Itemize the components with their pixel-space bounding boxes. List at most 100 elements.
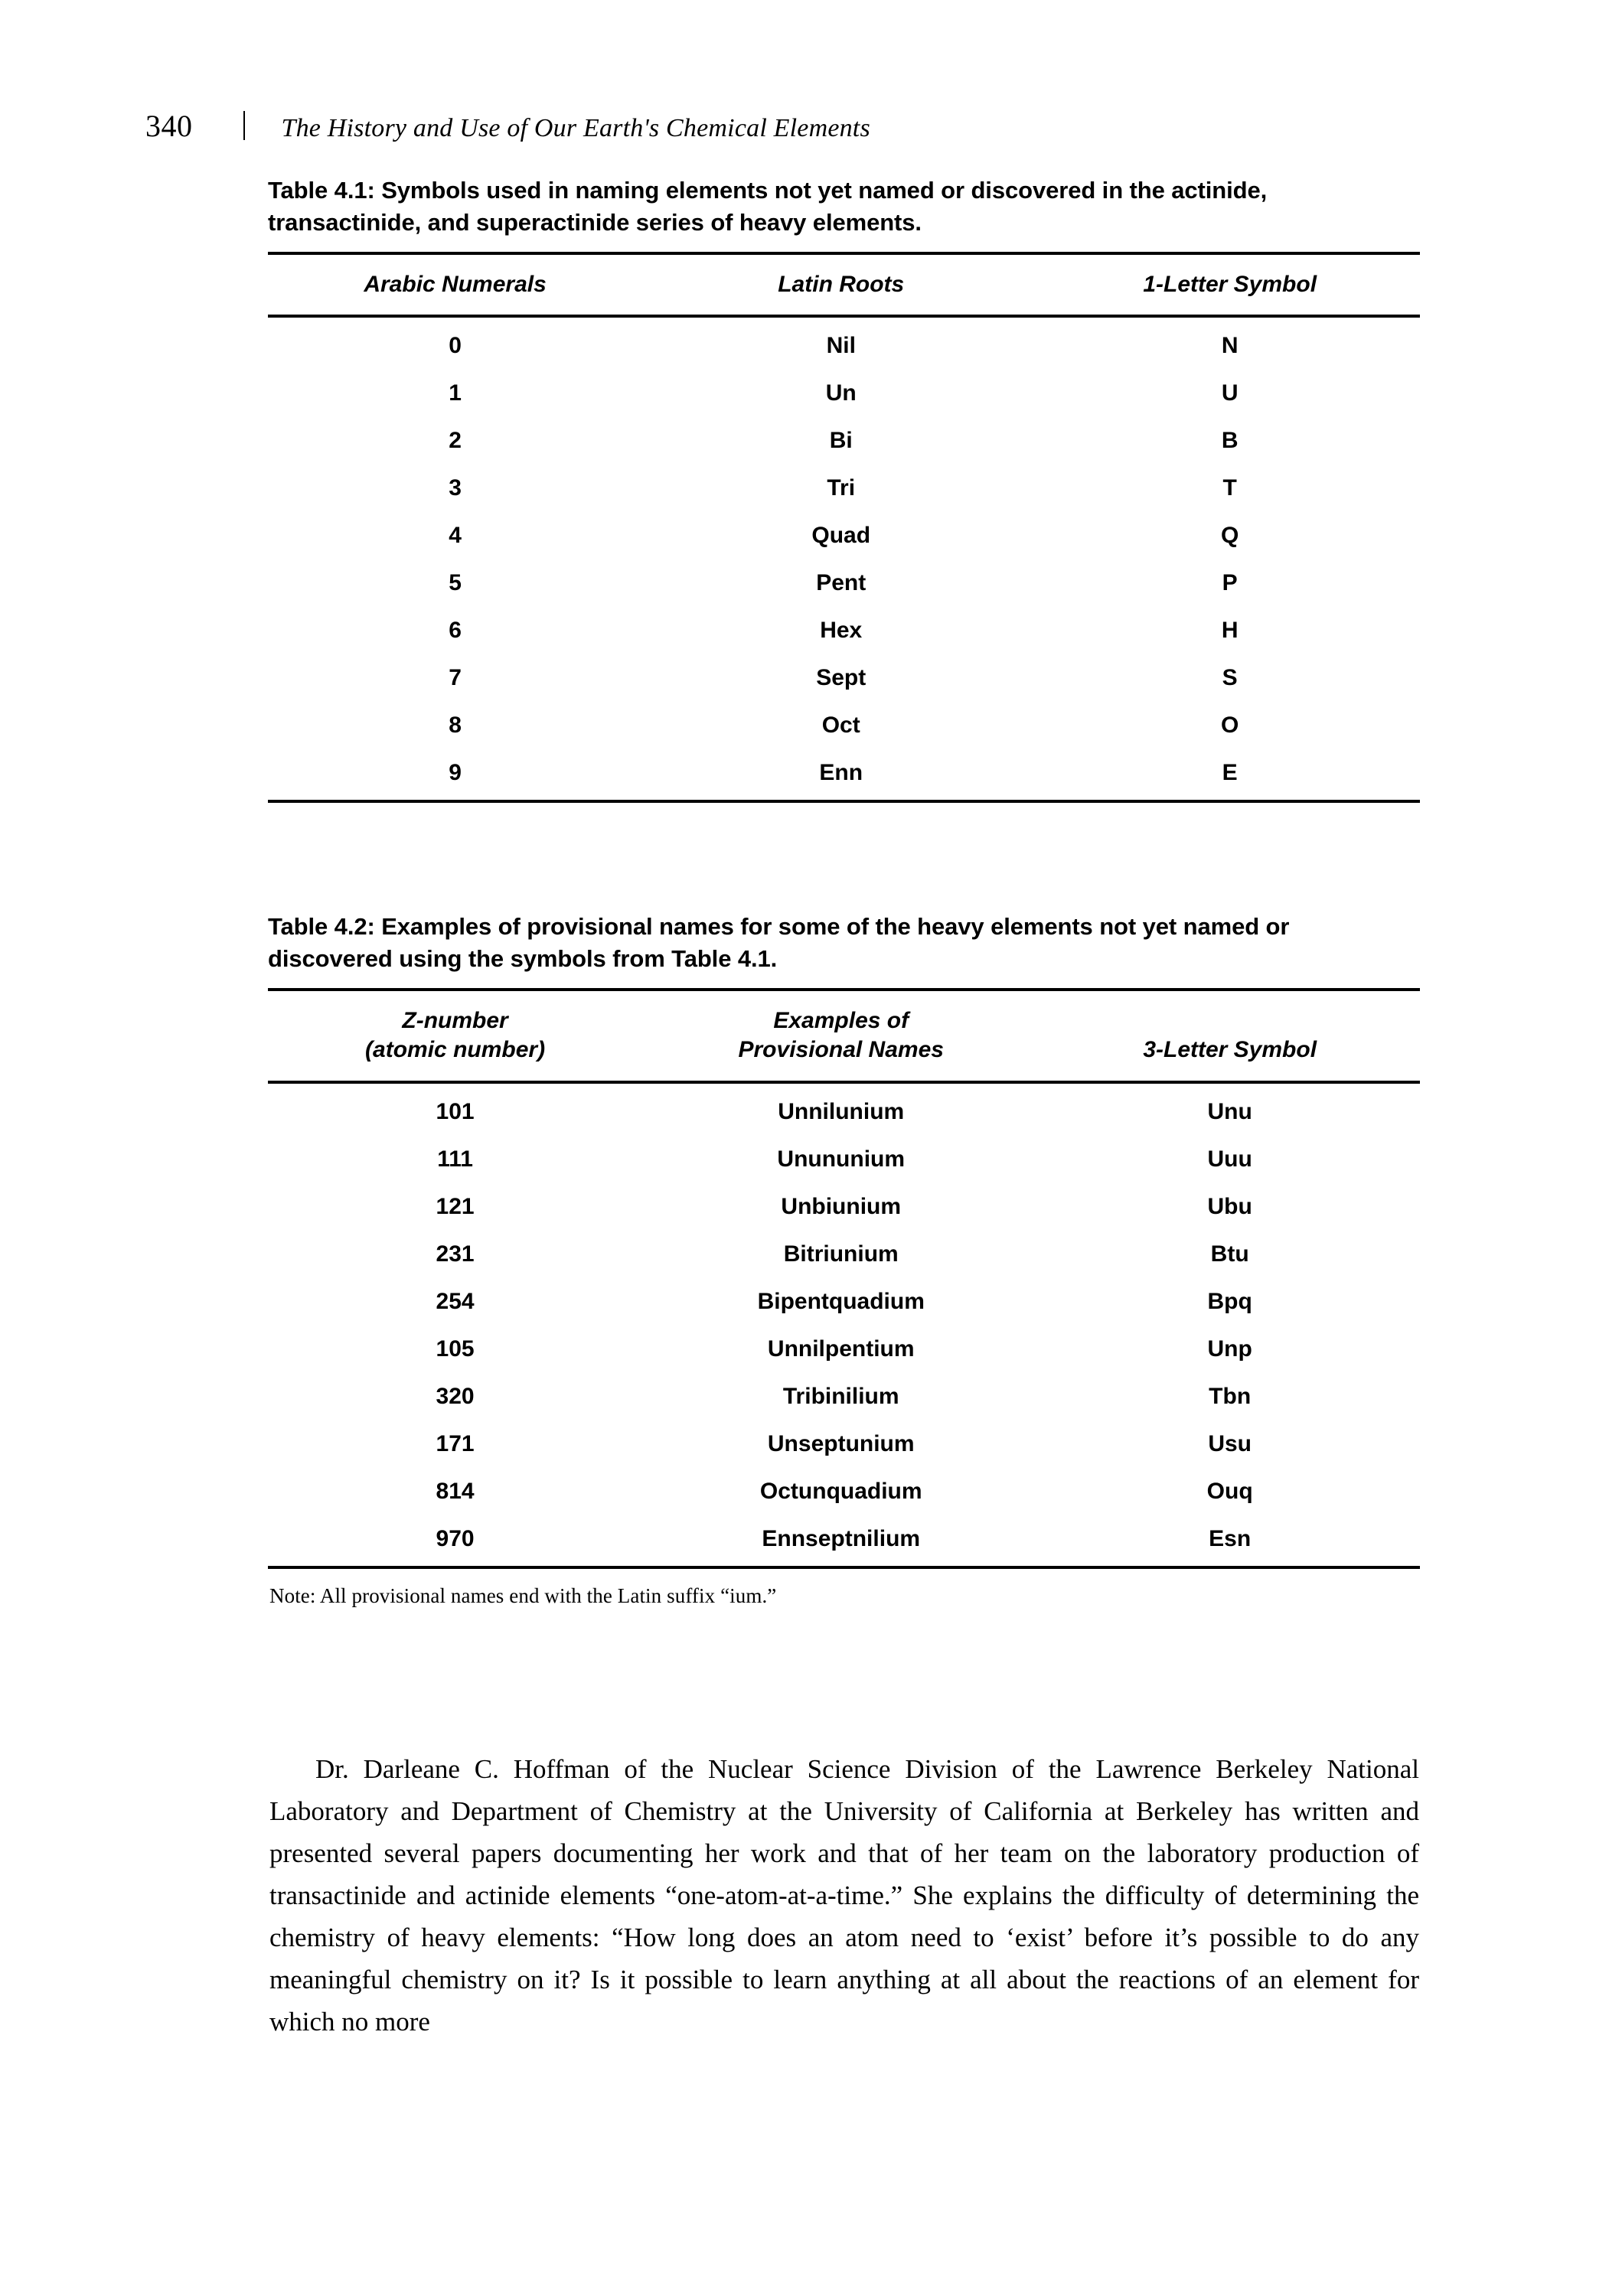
cell-z-number: 970 bbox=[268, 1515, 643, 1569]
cell-three-letter-symbol: Esn bbox=[1039, 1515, 1420, 1569]
cell-three-letter-symbol: Usu bbox=[1208, 1430, 1252, 1456]
table-4-2-block: Table 4.2: Examples of provisional names… bbox=[268, 911, 1420, 1569]
table-row: 105 Unnilpentium Unp bbox=[268, 1326, 1420, 1373]
table-4-1: Arabic Numerals Latin Roots 1-Letter Sym… bbox=[268, 252, 1420, 804]
cell-latin-root: Sept bbox=[816, 665, 867, 691]
table-row: 3 Tri T bbox=[268, 465, 1420, 512]
table-4-2-note: Note: All provisional names end with the… bbox=[269, 1584, 777, 1607]
column-header-provisional-names: Examples of Provisional Names bbox=[642, 988, 1040, 1084]
cell-provisional-name: Tribinilium bbox=[782, 1383, 899, 1409]
cell-arabic-numeral: 9 bbox=[268, 749, 643, 804]
cell-arabic-numeral: 8 bbox=[449, 713, 462, 739]
cell-z-number: 171 bbox=[436, 1430, 475, 1456]
cell-provisional-name: Bipentquadium bbox=[757, 1288, 925, 1314]
table-row: 970 Ennseptnilium Esn bbox=[268, 1515, 1420, 1569]
cell-latin-root: Tri bbox=[827, 475, 856, 501]
cell-latin-root: Enn bbox=[642, 749, 1040, 804]
cell-latin-root: Un bbox=[825, 380, 857, 406]
document-page: 340 The History and Use of Our Earth's C… bbox=[0, 0, 1609, 2296]
cell-arabic-numeral: 7 bbox=[449, 665, 462, 691]
cell-z-number: 121 bbox=[436, 1193, 475, 1219]
cell-z-number: 254 bbox=[436, 1288, 475, 1314]
table-row: 111 Unununium Uuu bbox=[268, 1136, 1420, 1183]
cell-one-letter-symbol: T bbox=[1222, 475, 1237, 501]
table-row: 2 Bi B bbox=[268, 417, 1420, 465]
table-row: 5 Pent P bbox=[268, 559, 1420, 607]
running-header: 340 The History and Use of Our Earth's C… bbox=[145, 107, 1447, 153]
cell-three-letter-symbol: Ouq bbox=[1206, 1478, 1253, 1504]
header-divider-rule bbox=[243, 111, 245, 140]
table-row: 814 Octunquadium Ouq bbox=[268, 1468, 1420, 1515]
cell-arabic-numeral: 2 bbox=[449, 428, 462, 454]
cell-z-number: 111 bbox=[437, 1146, 473, 1172]
cell-latin-root: Pent bbox=[816, 570, 867, 596]
column-header-three-letter-symbol: 3-Letter Symbol bbox=[1039, 988, 1420, 1084]
column-header-arabic-numerals: Arabic Numerals bbox=[268, 252, 643, 318]
cell-one-letter-symbol: O bbox=[1221, 713, 1239, 739]
table-4-1-block: Table 4.1: Symbols used in naming elemen… bbox=[268, 174, 1420, 804]
cell-three-letter-symbol: Tbn bbox=[1209, 1383, 1252, 1409]
cell-latin-root: Bi bbox=[829, 428, 853, 454]
column-header-z-number: Z-number (atomic number) bbox=[268, 988, 643, 1084]
table-row: 101 Unnilunium Unu bbox=[268, 1082, 1420, 1136]
cell-arabic-numeral: 1 bbox=[449, 380, 462, 406]
cell-latin-root: Nil bbox=[826, 333, 856, 359]
table-row: 171 Unseptunium Usu bbox=[268, 1420, 1420, 1468]
column-header-latin-roots: Latin Roots bbox=[642, 252, 1040, 318]
cell-three-letter-symbol: Unp bbox=[1207, 1336, 1252, 1362]
cell-one-letter-symbol: H bbox=[1221, 618, 1239, 644]
table-row: 121 Unbiunium Ubu bbox=[268, 1183, 1420, 1231]
table-row: 8 Oct O bbox=[268, 702, 1420, 749]
table-4-1-body: 0 Nil N 1 Un U 2 Bi B 3 Tri T 4 Quad Q 5 Pent P 6 Hex H 7 Sept… bbox=[268, 316, 1420, 804]
cell-provisional-name: Unbiunium bbox=[781, 1193, 902, 1219]
table-row: 254 Bipentquadium Bpq bbox=[268, 1278, 1420, 1326]
page-number: 340 bbox=[145, 109, 193, 143]
cell-provisional-name: Unnilpentium bbox=[767, 1336, 915, 1362]
cell-arabic-numeral: 0 bbox=[449, 333, 462, 359]
cell-provisional-name: Unseptunium bbox=[767, 1430, 915, 1456]
cell-z-number: 231 bbox=[436, 1241, 475, 1267]
table-4-1-caption: Table 4.1: Symbols used in naming elemen… bbox=[268, 177, 1268, 236]
cell-arabic-numeral: 5 bbox=[449, 570, 462, 596]
table-row: 1 Un U bbox=[268, 370, 1420, 417]
table-4-2: Z-number (atomic number) Examples of Pro… bbox=[268, 988, 1420, 1569]
cell-three-letter-symbol: Ubu bbox=[1207, 1193, 1252, 1219]
table-row: 4 Quad Q bbox=[268, 512, 1420, 559]
body-paragraph: Dr. Darleane C. Hoffman of the Nuclear S… bbox=[269, 1754, 1419, 2037]
cell-three-letter-symbol: Btu bbox=[1210, 1241, 1249, 1267]
cell-z-number: 105 bbox=[436, 1336, 475, 1362]
table-header-row: Z-number (atomic number) Examples of Pro… bbox=[268, 988, 1420, 1084]
cell-three-letter-symbol: Bpq bbox=[1207, 1288, 1252, 1314]
cell-latin-root: Hex bbox=[820, 618, 863, 644]
cell-three-letter-symbol: Unu bbox=[1207, 1098, 1252, 1124]
cell-latin-root: Quad bbox=[811, 523, 871, 549]
table-row: 0 Nil N bbox=[268, 316, 1420, 370]
table-row: 9 Enn E bbox=[268, 749, 1420, 804]
table-4-2-caption: Table 4.2: Examples of provisional names… bbox=[268, 913, 1290, 972]
cell-one-letter-symbol: S bbox=[1222, 665, 1238, 691]
cell-z-number: 101 bbox=[436, 1098, 475, 1124]
cell-provisional-name: Unnilunium bbox=[778, 1098, 905, 1124]
cell-z-number: 320 bbox=[436, 1383, 475, 1409]
cell-one-letter-symbol: N bbox=[1221, 333, 1239, 359]
table-row: 231 Bitriunium Btu bbox=[268, 1231, 1420, 1278]
cell-one-letter-symbol: Q bbox=[1221, 523, 1239, 549]
cell-provisional-name: Bitriunium bbox=[783, 1241, 899, 1267]
cell-arabic-numeral: 3 bbox=[449, 475, 462, 501]
cell-provisional-name: Ennseptnilium bbox=[642, 1515, 1040, 1569]
column-header-one-letter-symbol: 1-Letter Symbol bbox=[1039, 252, 1420, 318]
book-title: The History and Use of Our Earth's Chemi… bbox=[281, 114, 870, 142]
table-header-row: Arabic Numerals Latin Roots 1-Letter Sym… bbox=[268, 252, 1420, 318]
cell-provisional-name: Unununium bbox=[777, 1146, 906, 1172]
cell-three-letter-symbol: Uuu bbox=[1207, 1146, 1252, 1172]
cell-one-letter-symbol: E bbox=[1039, 749, 1420, 804]
cell-arabic-numeral: 4 bbox=[449, 523, 462, 549]
cell-one-letter-symbol: U bbox=[1221, 380, 1239, 406]
table-row: 6 Hex H bbox=[268, 607, 1420, 654]
cell-z-number: 814 bbox=[436, 1478, 475, 1504]
cell-arabic-numeral: 6 bbox=[449, 618, 462, 644]
cell-one-letter-symbol: P bbox=[1222, 570, 1238, 596]
cell-latin-root: Oct bbox=[821, 713, 860, 739]
table-row: 7 Sept S bbox=[268, 654, 1420, 702]
cell-one-letter-symbol: B bbox=[1221, 428, 1239, 454]
